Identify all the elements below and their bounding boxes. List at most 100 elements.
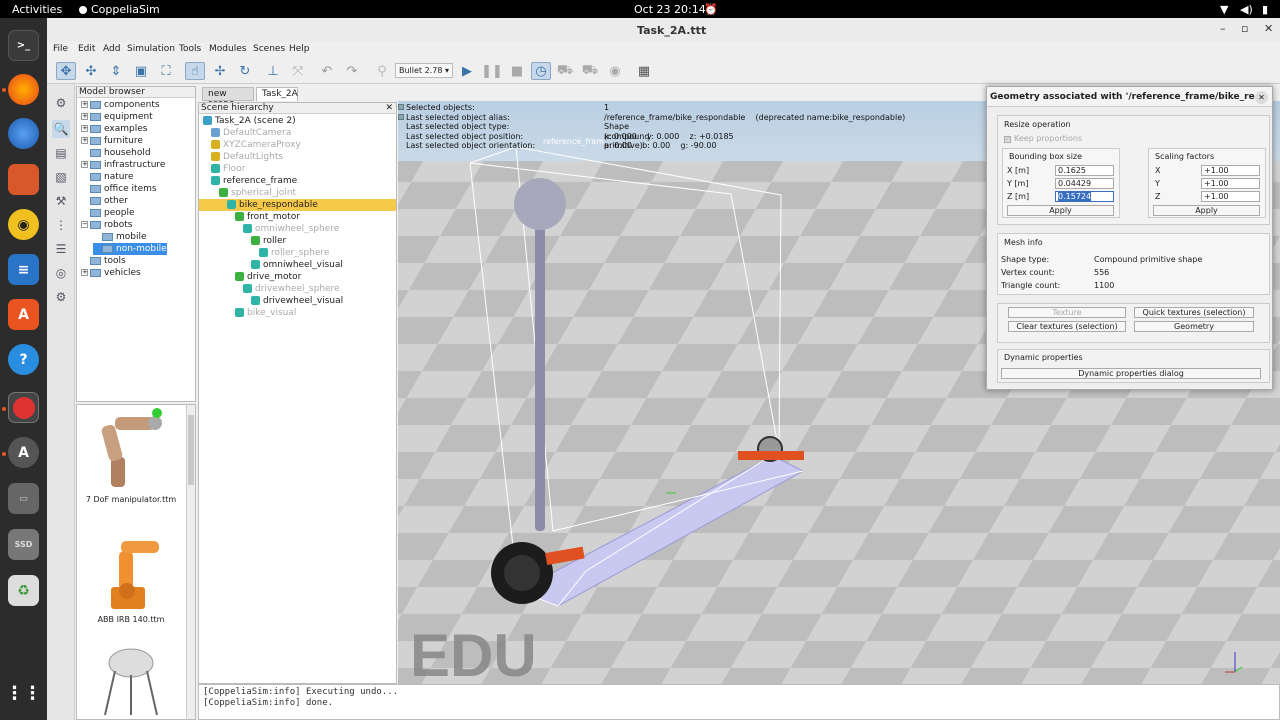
maximize-button[interactable]: ▫ <box>1241 22 1248 35</box>
hierarchy-item[interactable]: roller <box>251 235 286 247</box>
camera-angle-icon[interactable]: ▣ <box>131 62 151 80</box>
expander-icon[interactable]: + <box>81 137 88 144</box>
camera-shift-icon[interactable]: ⇕ <box>106 62 126 80</box>
transfer-dna-icon[interactable]: ⤧ <box>288 62 308 80</box>
expander-icon[interactable]: + <box>81 161 88 168</box>
writer-icon[interactable]: ≡ <box>8 254 39 285</box>
real-time-icon[interactable]: ◷ <box>531 62 551 80</box>
menu-simulation[interactable]: Simulation <box>127 44 175 54</box>
tab-new-scene[interactable]: new scene <box>202 87 254 109</box>
camera-rotate-icon[interactable]: ✣ <box>81 62 101 80</box>
clock[interactable]: Oct 23 20:14 <box>634 3 706 16</box>
settings-icon[interactable]: ⚙ <box>52 288 70 306</box>
ssd-icon[interactable]: SSD <box>8 529 39 560</box>
close-button[interactable]: ✕ <box>1264 22 1273 35</box>
model-folder-item[interactable]: mobile <box>93 231 147 243</box>
expander-icon[interactable]: + <box>81 125 88 132</box>
assemble-icon[interactable]: ⊥ <box>263 62 283 80</box>
model-folder-item[interactable]: nature <box>81 171 134 183</box>
rhythmbox-icon[interactable]: ◉ <box>8 209 39 240</box>
hierarchy-item[interactable]: XYZCameraProxy <box>211 139 301 151</box>
hierarchy-item[interactable]: reference_frame <box>211 175 297 187</box>
scale-y-field[interactable]: +1.00 <box>1201 178 1260 189</box>
model-folder-item[interactable]: office items <box>81 183 157 195</box>
dynamic-content-icon[interactable]: ⚲ <box>372 62 392 80</box>
menu-tools[interactable]: Tools <box>179 44 201 54</box>
bbox-x-field[interactable]: 0.1625 <box>1055 165 1114 176</box>
files-icon[interactable] <box>8 164 39 195</box>
model-folder-item[interactable]: people <box>81 207 135 219</box>
model-thumb-7dof[interactable]: 7 DoF manipulator.ttm <box>77 407 185 504</box>
menu-edit[interactable]: Edit <box>78 44 95 54</box>
camera-pan-icon[interactable]: ✥ <box>56 62 76 80</box>
model-thumb-abb[interactable]: ABB IRB 140.ttm <box>77 527 185 624</box>
undo-icon[interactable]: ↶ <box>317 62 337 80</box>
model-thumb-delta[interactable] <box>77 645 185 719</box>
click-select-icon[interactable]: ☝ <box>185 62 205 80</box>
app-grid-icon[interactable]: ⋮⋮ <box>6 678 42 709</box>
gear-icon[interactable]: ⚙ <box>52 94 70 112</box>
speed-up-icon[interactable]: ⛟ <box>580 62 600 80</box>
help-icon[interactable]: ? <box>8 344 39 375</box>
object-properties-icon[interactable]: ▧ <box>52 168 70 186</box>
model-folder-item[interactable]: + infrastructure <box>81 159 165 171</box>
object-shift-icon[interactable]: ✢ <box>210 62 230 80</box>
expander-icon[interactable]: + <box>81 101 88 108</box>
hierarchy-item[interactable]: spherical_joint <box>219 187 296 199</box>
expander-icon[interactable]: + <box>81 113 88 120</box>
menu-help[interactable]: Help <box>289 44 310 54</box>
dynamic-properties-button[interactable]: Dynamic properties dialog <box>1001 368 1261 379</box>
info-toggle-icon[interactable] <box>398 104 404 110</box>
model-folder-item[interactable]: + equipment <box>81 111 153 123</box>
model-folder-item[interactable]: non-mobile <box>93 243 167 255</box>
minimize-button[interactable]: – <box>1220 22 1226 35</box>
scripts-icon[interactable]: ☰ <box>52 240 70 258</box>
scale-x-field[interactable]: +1.00 <box>1201 165 1260 176</box>
scale-z-field[interactable]: +1.00 <box>1201 191 1260 202</box>
hierarchy-item[interactable]: Floor <box>211 163 245 175</box>
hierarchy-item[interactable]: bike_respondable <box>199 199 396 211</box>
hierarchy-item[interactable]: drive_motor <box>235 271 301 283</box>
expander-icon[interactable]: + <box>81 269 88 276</box>
model-folder-item[interactable]: + examples <box>81 123 147 135</box>
terminal-icon[interactable]: >_ <box>8 30 39 61</box>
visualization-icon[interactable]: ◉ <box>605 62 625 80</box>
menu-file[interactable]: File <box>53 44 68 54</box>
page-selector-icon[interactable]: ▦ <box>634 62 654 80</box>
pause-icon[interactable]: ❚❚ <box>481 62 503 80</box>
hierarchy-item[interactable]: Task_2A (scene 2) <box>203 115 296 127</box>
redo-icon[interactable]: ↷ <box>342 62 362 80</box>
keep-proportions-checkbox[interactable]: ✓ Keep proportions <box>1004 134 1082 143</box>
menu-add[interactable]: Add <box>103 44 120 54</box>
battery-icon[interactable]: ▮ <box>1262 3 1268 16</box>
hierarchy-item[interactable]: DefaultLights <box>211 151 283 163</box>
trash-icon[interactable]: ♻ <box>8 575 39 606</box>
stop-icon[interactable]: ■ <box>507 62 527 80</box>
updater-icon[interactable]: A <box>8 437 39 468</box>
object-rotate-icon[interactable]: ↻ <box>235 62 255 80</box>
software-icon[interactable]: A <box>8 299 39 330</box>
expander-icon[interactable]: − <box>81 221 88 228</box>
texture-button[interactable]: Texture <box>1008 307 1126 318</box>
close-icon[interactable]: ✕ <box>385 103 393 114</box>
model-folder-item[interactable]: − robots <box>81 219 132 231</box>
hierarchy-item[interactable]: front_motor <box>235 211 300 223</box>
geometry-button[interactable]: Geometry <box>1134 321 1254 332</box>
hierarchy-item[interactable]: drivewheel_sphere <box>243 283 340 295</box>
model-folder-item[interactable]: + vehicles <box>81 267 141 279</box>
hierarchy-item[interactable]: DefaultCamera <box>211 127 291 139</box>
calculation-modules-icon[interactable]: ⚒ <box>52 192 70 210</box>
menu-modules[interactable]: Modules <box>209 44 246 54</box>
slow-down-icon[interactable]: ⛟ <box>555 62 575 80</box>
drive-icon[interactable]: ▭ <box>8 483 39 514</box>
quick-textures-button[interactable]: Quick textures (selection) <box>1134 307 1254 318</box>
firefox-icon[interactable] <box>8 74 39 105</box>
play-icon[interactable]: ▶ <box>457 62 477 80</box>
bbox-apply-button[interactable]: Apply <box>1007 205 1114 216</box>
coppeliasim-dock-icon[interactable] <box>8 392 39 423</box>
tab-task-2a[interactable]: Task_2A <box>256 87 298 101</box>
hierarchy-item[interactable]: omniwheel_visual <box>251 259 343 271</box>
thumbnails-scrollbar[interactable] <box>186 405 195 719</box>
info-toggle-icon[interactable] <box>398 113 404 120</box>
scene-hierarchy-icon[interactable]: ▤ <box>52 144 70 162</box>
